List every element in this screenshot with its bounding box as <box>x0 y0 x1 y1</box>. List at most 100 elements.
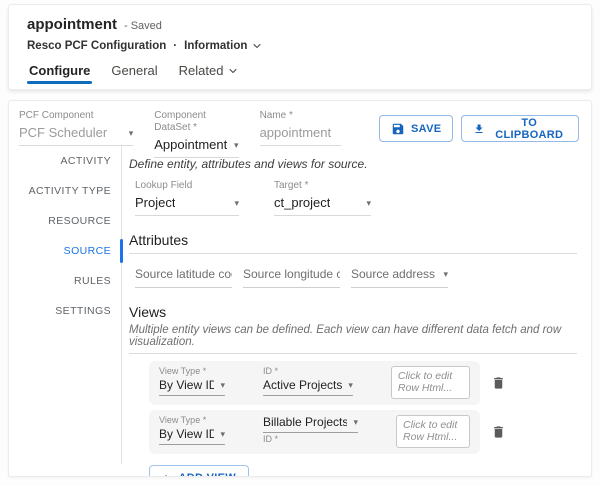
toolbar-buttons: SAVE TO CLIPBOARD <box>379 115 579 142</box>
download-icon <box>473 122 485 136</box>
source-address-select[interactable]: Source address ▾ <box>351 265 448 288</box>
view-config: View Type * By View ID ▾ ID * Active Pro… <box>149 361 480 405</box>
sidebar-item-activity[interactable]: ACTIVITY <box>9 146 121 176</box>
field-label: PCF Component <box>19 110 133 122</box>
name-field[interactable]: Name * appointment <box>260 110 341 146</box>
sidebar-item-label: RESOURCE <box>48 215 111 227</box>
caret-down-icon: ▾ <box>220 380 225 390</box>
tab-related[interactable]: Related <box>177 61 241 86</box>
sidebar-item-activity-type[interactable]: ACTIVITY TYPE <box>9 176 121 206</box>
section-divider <box>129 353 577 354</box>
chevron-down-icon <box>228 66 238 76</box>
attributes-row: Source latitude coordi... Source longitu… <box>135 265 577 288</box>
plus-icon: + <box>162 471 170 477</box>
view-type-select[interactable]: View Type * By View ID ▾ <box>159 414 225 445</box>
field-label: Target * <box>274 180 371 192</box>
entity-name: Resco PCF Configuration <box>27 40 166 52</box>
dot-separator: · <box>173 40 177 52</box>
config-sidebar: ACTIVITY ACTIVITY TYPE RESOURCE SOURCE R… <box>9 146 122 464</box>
sidebar-item-source[interactable]: SOURCE <box>9 236 121 266</box>
pcf-component-select[interactable]: PCF Component PCF Scheduler ▾ <box>19 110 133 146</box>
chevron-down-icon <box>252 41 262 51</box>
field-label: View Type * <box>159 414 225 426</box>
field-label: Lookup Field <box>135 180 239 192</box>
title-row: appointment - Saved <box>27 16 575 33</box>
add-view-button[interactable]: + ADD VIEW <box>149 465 249 477</box>
sidebar-item-label: RULES <box>74 275 111 287</box>
view-id-select[interactable]: ID * Active Projects ▾ <box>263 365 353 396</box>
source-latitude-field[interactable]: Source latitude coordi... <box>135 265 232 288</box>
form-selector[interactable]: Information <box>184 40 262 52</box>
sidebar-item-label: ACTIVITY TYPE <box>29 185 111 197</box>
field-label: ID * <box>263 433 358 445</box>
lookup-field-select[interactable]: Lookup Field Project ▾ <box>135 180 239 216</box>
field-label: Name * <box>260 110 341 122</box>
to-clipboard-button-label: TO CLIPBOARD <box>492 117 567 141</box>
save-icon <box>391 122 405 136</box>
lookup-row: Lookup Field Project ▾ Target * ct_proje… <box>135 180 577 216</box>
delete-view-button[interactable] <box>490 374 507 392</box>
row-html-editor[interactable]: Click to edit Row Html... <box>396 415 470 448</box>
field-value: ct_project <box>274 195 330 210</box>
sidebar-item-resource[interactable]: RESOURCE <box>9 206 121 236</box>
field-value: By View ID <box>159 427 214 441</box>
tab-label: Related <box>179 63 224 78</box>
to-clipboard-button[interactable]: TO CLIPBOARD <box>461 115 579 142</box>
caret-down-icon: ▾ <box>353 417 358 427</box>
attributes-title: Attributes <box>129 232 577 248</box>
save-button-label: SAVE <box>411 123 441 135</box>
field-label: Component DataSet * <box>154 110 238 134</box>
field-label: View Type * <box>159 365 225 377</box>
source-description: Define entity, attributes and views for … <box>129 157 577 171</box>
delete-view-button[interactable] <box>490 423 507 441</box>
sidebar-item-settings[interactable]: SETTINGS <box>9 296 121 326</box>
form-tabs: Configure General Related <box>27 61 575 86</box>
field-value: Source address <box>351 267 435 281</box>
caret-down-icon: ▾ <box>443 269 448 279</box>
section-divider <box>129 253 577 254</box>
sidebar-item-label: SETTINGS <box>55 305 111 317</box>
caret-down-icon: ▾ <box>220 429 225 439</box>
field-label: ID * <box>263 365 353 377</box>
view-config: View Type * By View ID ▾ Billable Projec… <box>149 410 480 454</box>
field-value: appointment <box>260 125 332 140</box>
sidebar-item-rules[interactable]: RULES <box>9 266 121 296</box>
caret-down-icon: ▾ <box>129 128 134 138</box>
field-value: By View ID <box>159 378 214 392</box>
sidebar-item-label: ACTIVITY <box>61 155 111 167</box>
view-row: View Type * By View ID ▾ Billable Projec… <box>149 410 577 454</box>
field-value: Source longitude coor... <box>243 267 340 281</box>
target-select[interactable]: Target * ct_project ▾ <box>274 180 371 216</box>
caret-down-icon: ▾ <box>366 198 371 208</box>
field-value: PCF Scheduler <box>19 125 107 140</box>
save-button[interactable]: SAVE <box>379 115 453 142</box>
field-value: Billable Projects <box>263 415 347 429</box>
trash-icon <box>491 424 506 440</box>
row-html-editor[interactable]: Click to edit Row Html... <box>391 366 470 399</box>
source-panel: Define entity, attributes and views for … <box>122 146 591 464</box>
views-description: Multiple entity views can be defined. Ea… <box>129 324 577 348</box>
page: appointment - Saved Resco PCF Configurat… <box>0 0 600 486</box>
record-header: appointment - Saved Resco PCF Configurat… <box>8 4 592 90</box>
tab-configure[interactable]: Configure <box>27 61 92 86</box>
source-longitude-field[interactable]: Source longitude coor... <box>243 265 340 288</box>
field-value: Project <box>135 195 175 210</box>
caret-down-icon: ▾ <box>234 198 239 208</box>
save-status: - Saved <box>124 20 162 32</box>
caret-down-icon: ▾ <box>348 380 353 390</box>
view-row: View Type * By View ID ▾ ID * Active Pro… <box>149 361 577 405</box>
field-value: Source latitude coordi... <box>135 267 232 281</box>
tab-label: Configure <box>29 63 90 78</box>
view-id-select[interactable]: Billable Projects ▾ ID * <box>263 414 358 445</box>
tab-label: General <box>111 63 157 78</box>
add-view-button-label: ADD VIEW <box>178 472 235 477</box>
field-value: Active Projects <box>263 378 342 392</box>
config-body: ACTIVITY ACTIVITY TYPE RESOURCE SOURCE R… <box>9 146 591 464</box>
views-title: Views <box>129 304 577 320</box>
breadcrumb: Resco PCF Configuration · Information <box>27 40 575 52</box>
form-selector-label: Information <box>184 40 247 52</box>
tab-general[interactable]: General <box>109 61 159 86</box>
view-type-select[interactable]: View Type * By View ID ▾ <box>159 365 225 396</box>
configuration-panel: PCF Component PCF Scheduler ▾ Component … <box>8 100 592 477</box>
page-title: appointment <box>27 16 117 33</box>
